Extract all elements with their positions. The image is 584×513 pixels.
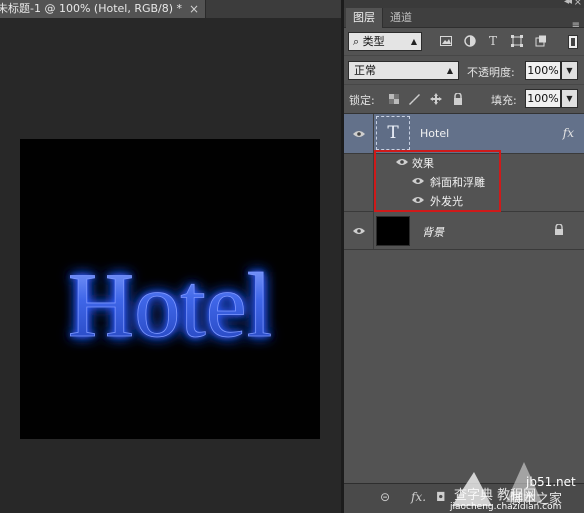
collapse-icon[interactable]: ◂◂ — [564, 0, 572, 7]
effects-highlight-box — [374, 150, 501, 212]
fill-field[interactable]: 100% — [525, 89, 561, 108]
adjustment-filter-icon[interactable] — [463, 34, 477, 48]
eye-icon — [353, 131, 365, 137]
text-filter-icon[interactable]: T — [486, 34, 500, 48]
background-layer-thumbnail[interactable] — [376, 216, 410, 246]
tab-channels[interactable]: 通道 — [382, 8, 419, 28]
filter-toggle[interactable] — [568, 35, 578, 49]
chevron-updown-icon: ▲ — [446, 66, 453, 75]
blend-mode-value: 正常 — [354, 64, 376, 77]
blend-row: 正常 ▲ 不透明度: 100% ▼ — [344, 55, 584, 83]
add-layer-style-icon[interactable]: fx. — [411, 490, 426, 504]
shape-filter-icon[interactable] — [510, 34, 524, 48]
link-layers-icon[interactable]: ⊝ — [380, 490, 390, 504]
layer-name[interactable]: 背景 — [422, 224, 444, 240]
smart-object-filter-icon[interactable] — [534, 34, 548, 48]
lock-all-icon[interactable] — [452, 93, 464, 105]
layer-visibility-toggle[interactable] — [344, 212, 374, 249]
canvas-artwork: Hotel Hotel — [67, 254, 272, 357]
opacity-field[interactable]: 100% — [525, 61, 561, 80]
canvas[interactable]: Hotel Hotel — [20, 139, 320, 439]
panel-tabs: 图层 通道 ≡ — [344, 8, 584, 31]
document-area: 未标题-1 @ 100% (Hotel, RGB/8) * × Hotel Ho… — [0, 0, 341, 513]
fx-icon[interactable]: fx — [563, 126, 574, 140]
lock-row: 锁定: 填充: 100% ▼ — [344, 84, 584, 112]
filter-kind-select[interactable]: ⌕ 类型 ▲ — [348, 32, 422, 51]
layer-filter-row: ⌕ 类型 ▲ T — [344, 29, 584, 55]
lock-icon — [555, 224, 563, 235]
close-icon[interactable]: × — [186, 0, 202, 18]
layers-panel: ◂◂ × 图层 通道 ≡ ⌕ 类型 ▲ T 正常 ▲ 不透明度: 100% ▼ … — [344, 0, 584, 513]
image-filter-icon[interactable] — [439, 34, 453, 48]
panel-close-icon[interactable]: × — [574, 0, 582, 8]
watermark: jb51.net 脚本之家 查字典 教程网 jiaocheng.chazidia… — [446, 452, 584, 513]
watermark-line4: jiaocheng.chazidian.com — [450, 502, 562, 512]
canvas-text: Hotel — [68, 254, 272, 356]
opacity-dropdown-button[interactable]: ▼ — [561, 61, 578, 80]
document-tab[interactable]: 未标题-1 @ 100% (Hotel, RGB/8) * × — [0, 0, 206, 18]
tab-layers[interactable]: 图层 — [346, 8, 382, 28]
chevron-updown-icon: ▲ — [410, 37, 417, 46]
watermark-line3: 查字典 教程网 — [454, 488, 537, 503]
add-mask-icon[interactable]: ◘ — [436, 490, 446, 504]
lock-image-brush-icon[interactable] — [408, 93, 420, 105]
document-tab-title: 未标题-1 @ 100% (Hotel, RGB/8) * — [0, 2, 183, 15]
layer-row-hotel[interactable]: T Hotel fx — [344, 114, 584, 154]
layer-visibility-toggle[interactable] — [344, 114, 374, 153]
effects-eye-column — [344, 154, 374, 211]
panel-header-strip: ◂◂ × — [344, 0, 584, 8]
layer-name[interactable]: Hotel — [420, 127, 449, 140]
filter-kind-label: 类型 — [362, 35, 385, 48]
search-icon: ⌕ — [353, 35, 363, 48]
fill-label: 填充: — [491, 94, 517, 107]
lock-label: 锁定: — [349, 94, 375, 107]
opacity-label: 不透明度: — [467, 66, 515, 79]
blend-mode-select[interactable]: 正常 ▲ — [348, 61, 459, 80]
text-layer-thumbnail[interactable]: T — [376, 116, 410, 150]
layer-row-background[interactable]: 背景 — [344, 212, 584, 250]
lock-transparent-icon[interactable] — [388, 93, 400, 105]
lock-position-move-icon[interactable] — [430, 93, 442, 105]
document-tab-bar: 未标题-1 @ 100% (Hotel, RGB/8) * × — [0, 0, 341, 18]
fill-dropdown-button[interactable]: ▼ — [561, 89, 578, 108]
eye-icon — [353, 228, 365, 234]
